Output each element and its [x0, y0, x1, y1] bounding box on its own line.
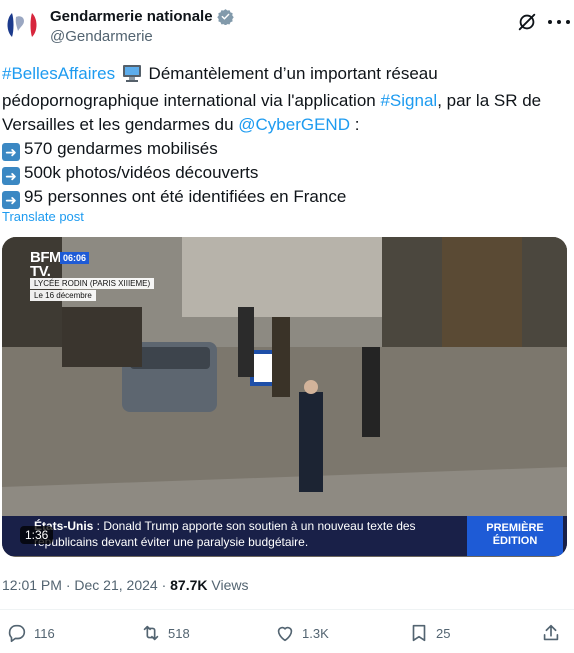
tweet-text-part5: : — [349, 115, 360, 134]
tweet-header: Gendarmerie nationale @Gendarmerie — [0, 0, 574, 58]
reply-count: 116 — [34, 625, 55, 641]
user-handle[interactable]: @Gendarmerie — [50, 28, 153, 45]
tweet-text: #BellesAffaires Démantèlement d’un impor… — [2, 62, 568, 209]
computer-emoji-icon — [122, 64, 142, 89]
date-caption: Le 16 décembre — [30, 290, 96, 301]
divider — [0, 609, 574, 610]
bullet-text: 570 gendarmes mobilisés — [24, 139, 218, 158]
bookmark-icon — [412, 624, 426, 642]
program-line2: ÉDITION — [492, 535, 538, 547]
grok-icon[interactable] — [516, 11, 538, 33]
avatar[interactable] — [2, 5, 42, 45]
repost-icon — [143, 625, 159, 641]
post-date[interactable]: Dec 21, 2024 — [74, 577, 157, 593]
arrow-right-emoji-icon: ➜ — [2, 191, 20, 209]
display-name[interactable]: Gendarmerie nationale — [50, 8, 213, 25]
hashtag-signal[interactable]: #Signal — [380, 91, 437, 110]
more-icon[interactable] — [548, 12, 570, 32]
views-count: 87.7K — [170, 577, 208, 593]
bullet-item: ➜ 570 gendarmes mobilisés — [2, 137, 568, 161]
verified-badge-icon — [216, 9, 234, 25]
location-caption: LYCÉE RODIN (PARIS XIIIEME) — [30, 278, 155, 289]
tweet-text-part2: pédopornographique international via l'a… — [2, 91, 381, 110]
arrow-right-emoji-icon: ➜ — [2, 167, 20, 185]
bullet-text: 500k photos/vidéos découverts — [24, 163, 259, 182]
meta-separator: · — [61, 577, 75, 593]
bookmark-button[interactable]: 25 — [408, 622, 450, 644]
like-icon — [277, 626, 293, 642]
reply-icon — [8, 624, 26, 643]
arrow-right-emoji-icon: ➜ — [2, 143, 20, 161]
like-count: 1.3K — [302, 625, 329, 641]
repost-button[interactable]: 518 — [140, 622, 190, 644]
program-badge: PREMIÈRE ÉDITION — [467, 516, 563, 556]
hashtag-bellesaffaires[interactable]: #BellesAffaires — [2, 64, 115, 83]
mention-cybergend[interactable]: @CyberGEND — [238, 115, 350, 134]
tweet-text-part4: Versailles et les gendarmes du — [2, 115, 239, 134]
like-button[interactable]: 1.3K — [274, 622, 329, 644]
bullet-text: 95 personnes ont été identifiées en Fran… — [24, 187, 347, 206]
bookmark-count: 25 — [436, 625, 451, 641]
tweet-text-part1: Démantèlement d’un important réseau — [143, 64, 438, 83]
broadcast-time: 06:06 — [60, 252, 90, 264]
views-label: Views — [207, 577, 249, 593]
video-duration: 1:36 — [20, 526, 54, 544]
share-icon — [543, 624, 559, 641]
channel-logo: BFM TV. — [30, 250, 62, 280]
bullet-item: ➜ 500k photos/vidéos découverts — [2, 161, 568, 185]
share-button[interactable] — [540, 622, 562, 644]
tweet-meta: 12:01 PM · Dec 21, 2024 · 87.7K Views — [2, 577, 248, 593]
program-line1: PREMIÈRE — [486, 522, 544, 534]
tweet-text-part3: , par la SR de — [437, 91, 542, 110]
meta-separator: · — [157, 577, 171, 593]
ticker-text: États-Unis : Donald Trump apporte son so… — [34, 518, 464, 550]
repost-count: 518 — [168, 625, 190, 641]
reply-button[interactable]: 116 — [6, 622, 55, 644]
action-bar: 116 518 1.3K 25 — [0, 622, 574, 648]
translate-post-link[interactable]: Translate post — [2, 209, 84, 224]
video-player[interactable]: BFM TV. 06:06 LYCÉE RODIN (PARIS XIIIEME… — [2, 237, 567, 557]
post-time[interactable]: 12:01 PM — [2, 577, 62, 593]
bullet-item: ➜ 95 personnes ont été identifiées en Fra… — [2, 185, 568, 209]
channel-sub: TV. — [30, 263, 51, 280]
